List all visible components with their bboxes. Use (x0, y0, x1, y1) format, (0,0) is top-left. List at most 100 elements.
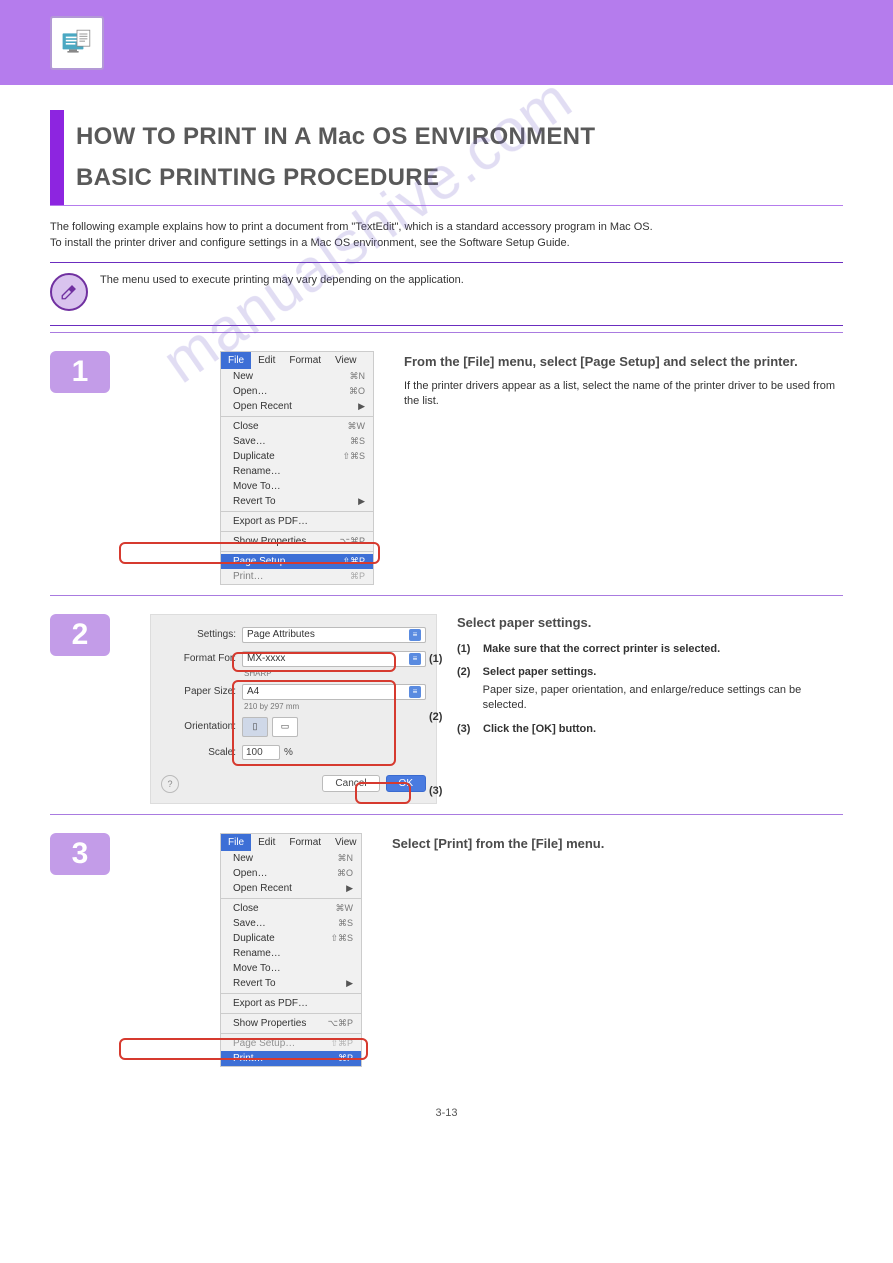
divider (50, 332, 843, 333)
shortcut: ⌘W (336, 903, 354, 914)
chevron-icon: ≡ (409, 686, 421, 698)
menu-format: Format (282, 352, 328, 369)
bullet-label: (3) (457, 722, 483, 737)
bullet-label: (1) (457, 642, 483, 657)
chevron-icon: ≡ (409, 653, 421, 665)
shortcut: ⌘N (350, 371, 366, 382)
menu-item: Rename… (233, 466, 281, 477)
step-2: 2 Settings: Page Attributes≡ Format For:… (50, 614, 843, 804)
step-1-desc: If the printer drivers appear as a list,… (404, 379, 843, 410)
printer-doc-icon (50, 16, 104, 70)
submenu-arrow-icon: ▶ (358, 401, 365, 412)
note-block: The menu used to execute printing may va… (50, 263, 843, 325)
top-header-bar (0, 0, 893, 85)
step-1-title: From the [File] menu, select [Page Setup… (404, 353, 843, 371)
menu-item: Open Recent (233, 883, 292, 894)
menu-item-label: Page Setup… (233, 556, 295, 567)
shortcut: ⌘P (338, 1053, 353, 1064)
cancel-button: Cancel (322, 775, 379, 792)
format-for-select: MX-xxxx≡ (242, 651, 426, 667)
orientation-label: Orientation: (161, 721, 236, 732)
step-2-title: Select paper settings. (457, 614, 843, 632)
settings-select: Page Attributes≡ (242, 627, 426, 643)
menu-item: Move To… (233, 481, 281, 492)
shortcut: ⌘O (349, 386, 365, 397)
format-for-label: Format For: (161, 653, 236, 664)
menu-file: File (221, 834, 251, 851)
menu-edit: Edit (251, 352, 282, 369)
menu-item: Duplicate (233, 451, 275, 462)
bullet-text: Click the [OK] button. (483, 722, 596, 737)
callout-2: (2) (429, 710, 442, 725)
scale-pct: % (284, 747, 293, 758)
divider (50, 205, 843, 206)
menu-view: View (328, 352, 364, 369)
step-number: 3 (50, 833, 110, 875)
step-3: 3 File Edit Format View New⌘N Open…⌘O Op… (50, 833, 843, 1067)
help-button: ? (161, 775, 179, 793)
paper-sub: 210 by 297 mm (244, 702, 426, 711)
format-for-sub: SHARP (244, 669, 426, 678)
menu-item: Open… (233, 386, 267, 397)
shortcut: ⌘P (350, 571, 365, 582)
menu-item: Save… (233, 436, 266, 447)
step-1: 1 File Edit Format View New ⌘N Open… ⌘O Op… (50, 351, 843, 585)
divider (50, 814, 843, 815)
menu-item: Open… (233, 868, 267, 879)
menu-screenshot-2: File Edit Format View New⌘N Open…⌘O Open… (220, 833, 362, 1067)
monitor-doc-icon (61, 28, 93, 58)
menu-item-page-setup: Page Setup… ⇧⌘P (221, 554, 373, 569)
step-number: 1 (50, 351, 110, 393)
note-text: The menu used to execute printing may va… (100, 273, 464, 289)
menu-file: File (221, 352, 251, 369)
shortcut: ⌥⌘P (328, 1018, 353, 1029)
menu-edit: Edit (251, 834, 282, 851)
shortcut: ⌘S (338, 918, 353, 929)
menu-item: Show Properties (233, 536, 306, 547)
heading-accent-bar (50, 110, 64, 205)
menu-item: Close (233, 421, 259, 432)
callout-1: (1) (429, 652, 442, 667)
menu-item: New (233, 853, 253, 864)
submenu-arrow-icon: ▶ (358, 496, 365, 507)
bullet-label: (2) (457, 665, 483, 713)
paper-size-select: A4≡ (242, 684, 426, 700)
menu-item: Save… (233, 918, 266, 929)
pencil-icon (50, 273, 88, 311)
heading-subtitle: BASIC PRINTING PROCEDURE (64, 164, 595, 205)
scale-label: Scale: (161, 747, 236, 758)
shortcut: ⇧⌘S (342, 451, 365, 462)
menu-item: Open Recent (233, 401, 292, 412)
heading-title: HOW TO PRINT IN A Mac OS ENVIRONMENT (64, 110, 595, 164)
step-number: 2 (50, 614, 110, 656)
orientation-portrait: ▯ (242, 717, 268, 737)
scale-input: 100 (242, 745, 280, 760)
step-3-title: Select [Print] from the [File] menu. (392, 835, 604, 853)
shortcut: ⇧⌘P (330, 1038, 353, 1049)
menu-item-label: Print… (233, 1053, 264, 1064)
bullet-text: Select paper settings. (483, 666, 597, 678)
settings-label: Settings: (161, 629, 236, 640)
shortcut: ⌥⌘P (340, 536, 365, 547)
menu-item: Revert To (233, 496, 276, 507)
page-number: 3-13 (50, 1077, 843, 1139)
menu-item-print: Print… ⌘P (221, 1051, 361, 1066)
menu-item: Print… (233, 571, 264, 582)
menu-item: Duplicate (233, 933, 275, 944)
bullet-sub: Paper size, paper orientation, and enlar… (483, 683, 843, 714)
submenu-arrow-icon: ▶ (346, 978, 353, 989)
page-setup-dialog: Settings: Page Attributes≡ Format For: M… (150, 614, 437, 804)
menu-item: Export as PDF… (233, 998, 308, 1009)
shortcut: ⌘S (350, 436, 365, 447)
intro-text: The following example explains how to pr… (50, 220, 843, 252)
menu-item: Close (233, 903, 259, 914)
menu-item: New (233, 371, 253, 382)
menu-item: Rename… (233, 948, 281, 959)
shortcut: ⇧⌘S (330, 933, 353, 944)
menu-format: Format (282, 834, 328, 851)
submenu-arrow-icon: ▶ (346, 883, 353, 894)
ok-button: OK (386, 775, 426, 792)
shortcut: ⌘N (338, 853, 354, 864)
orientation-landscape: ▭ (272, 717, 298, 737)
shortcut: ⇧⌘P (342, 556, 365, 567)
